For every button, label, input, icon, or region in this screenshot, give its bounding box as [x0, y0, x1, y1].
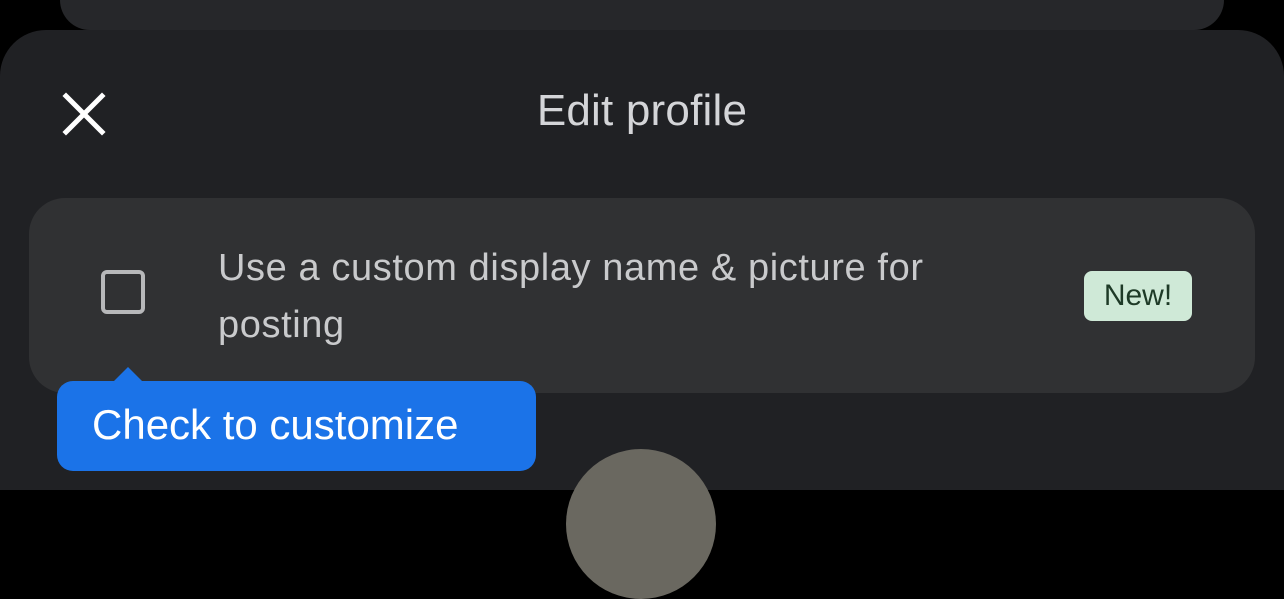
custom-display-option-card[interactable]: Use a custom display name & picture for … [29, 198, 1255, 393]
custom-display-option-label: Use a custom display name & picture for … [218, 247, 924, 346]
customize-tooltip: Check to customize [57, 367, 536, 471]
custom-display-checkbox[interactable] [101, 270, 145, 314]
tooltip-text: Check to customize [92, 401, 459, 448]
background-sheet [60, 0, 1224, 30]
avatar[interactable] [566, 449, 716, 599]
tooltip-arrow [114, 367, 142, 381]
new-badge: New! [1084, 271, 1192, 321]
page-title: Edit profile [536, 86, 748, 135]
